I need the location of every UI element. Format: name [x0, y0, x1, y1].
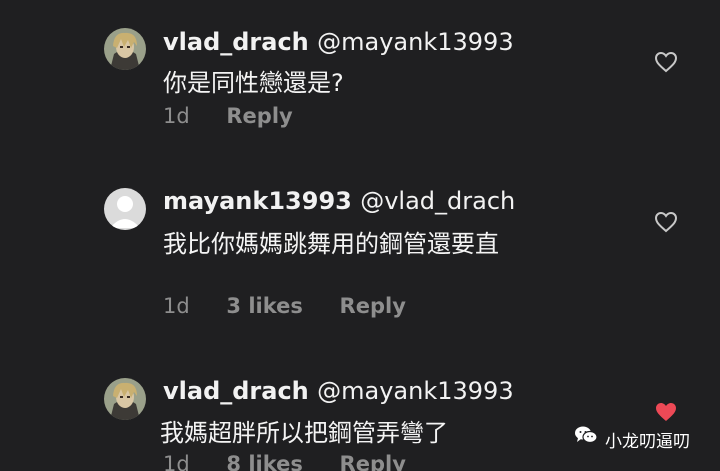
heart-outline-icon	[654, 51, 678, 73]
wechat-icon	[574, 425, 598, 445]
timestamp[interactable]: 1d	[163, 452, 190, 471]
comment-meta: 1d 8 likes Reply	[163, 452, 406, 471]
username-link[interactable]: vlad_drach	[163, 377, 309, 405]
likes-count[interactable]: 8 likes	[226, 452, 302, 471]
comment-text: 我媽超胖所以把鋼管弄彎了	[160, 419, 448, 447]
comment-header: vlad_drach @mayank13993	[163, 28, 514, 56]
reply-button[interactable]: Reply	[340, 452, 406, 471]
mention-link[interactable]: @mayank13993	[317, 28, 513, 56]
mention-link[interactable]: @vlad_drach	[360, 187, 515, 215]
username-link[interactable]: mayank13993	[163, 187, 352, 215]
reply-button[interactable]: Reply	[226, 104, 292, 128]
comment-header: vlad_drach @mayank13993	[163, 377, 514, 405]
watermark-text: 小龙叨逼叨	[605, 432, 690, 452]
comment-thread: vlad_drach @mayank13993 你是同性戀還是? 1d Repl…	[0, 0, 720, 471]
avatar[interactable]	[104, 28, 146, 70]
anime-character-avatar-icon	[104, 378, 146, 420]
heart-outline-icon	[654, 211, 678, 233]
username-link[interactable]: vlad_drach	[163, 28, 309, 56]
likes-count[interactable]: 3 likes	[226, 294, 302, 318]
like-button[interactable]	[654, 51, 678, 73]
like-button[interactable]	[654, 401, 678, 423]
mention-link[interactable]: @mayank13993	[317, 377, 513, 405]
timestamp[interactable]: 1d	[163, 294, 190, 318]
comment-meta: 1d Reply	[163, 104, 293, 128]
comment-meta: 1d 3 likes Reply	[163, 294, 406, 318]
avatar[interactable]	[104, 378, 146, 420]
reply-button[interactable]: Reply	[340, 294, 406, 318]
heart-filled-icon	[656, 403, 676, 421]
comment-text: 我比你媽媽跳舞用的鋼管還要直	[163, 230, 499, 258]
comment-header: mayank13993 @vlad_drach	[163, 187, 515, 215]
avatar[interactable]	[104, 188, 146, 230]
default-user-avatar-icon	[104, 188, 146, 230]
anime-character-avatar-icon	[104, 28, 146, 70]
comment-text: 你是同性戀還是?	[163, 69, 344, 97]
like-button[interactable]	[654, 211, 678, 233]
timestamp[interactable]: 1d	[163, 104, 190, 128]
